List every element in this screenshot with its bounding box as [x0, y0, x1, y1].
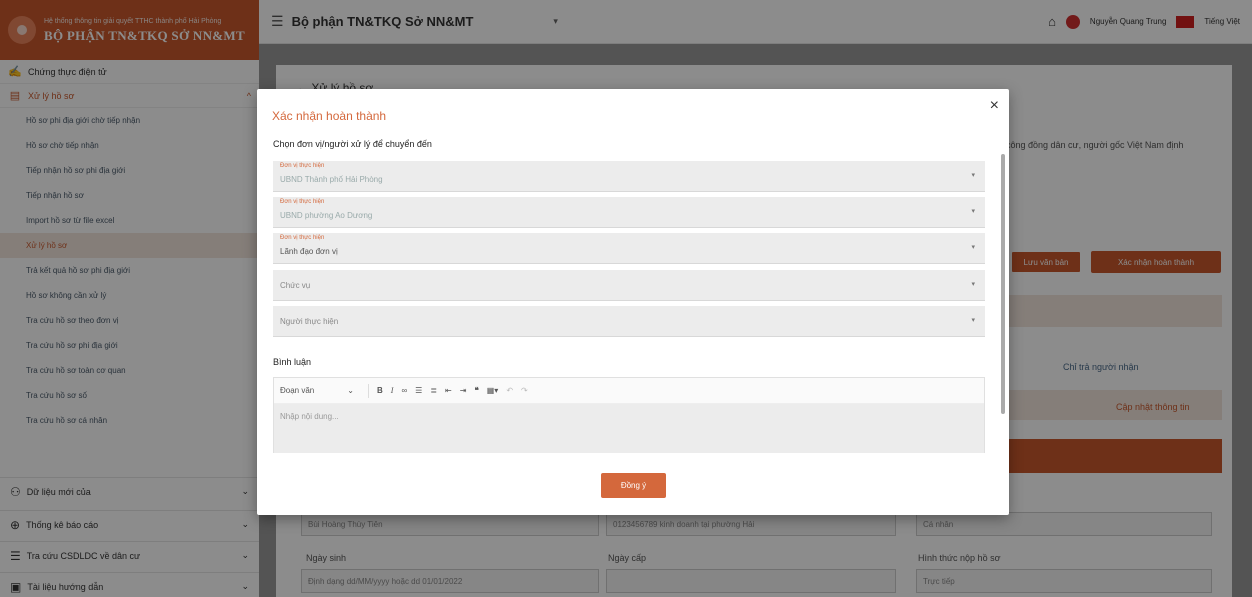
select-label: Đơn vị thực hiện: [280, 235, 325, 241]
select-value: Lãnh đạo đơn vị: [280, 247, 338, 256]
chevron-down-icon: ⌄: [347, 386, 354, 395]
section-label: Chọn đơn vị/người xử lý để chuyển đến: [273, 139, 432, 149]
quote-icon[interactable]: ❝: [474, 386, 478, 395]
caret-down-icon: ▾: [971, 317, 975, 324]
outdent-icon[interactable]: ⇤: [445, 386, 452, 395]
confirm-complete-dialog: Xác nhận hoàn thành × Chọn đơn vị/người …: [257, 89, 1009, 515]
select-field[interactable]: Người thực hiện ▾: [273, 306, 985, 337]
editor-toolbar: Đoạn văn ⌄ B I ∞ ☰ ≣ ⇤ ⇥ ❝ ▦▾ ↶ ↷: [274, 378, 984, 404]
select-field[interactable]: Chức vụ ▾: [273, 270, 985, 301]
select-label: Đơn vị thực hiện: [280, 199, 325, 205]
bold-icon[interactable]: B: [377, 386, 383, 395]
table-icon[interactable]: ▦▾: [487, 386, 499, 395]
indent-icon[interactable]: ⇥: [460, 386, 467, 395]
caret-down-icon: ▾: [971, 208, 975, 215]
modal-title: Xác nhận hoàn thành: [272, 109, 387, 123]
select-value: UBND Thành phố Hải Phòng: [280, 175, 383, 184]
select-label: Đơn vị thực hiện: [280, 163, 325, 169]
numbered-list-icon[interactable]: ≣: [430, 386, 437, 395]
close-icon[interactable]: ×: [990, 97, 999, 115]
select-field[interactable]: Đơn vị thực hiện UBND phường Ao Dương ▾: [273, 197, 985, 228]
scroll-thumb[interactable]: [1001, 154, 1005, 414]
undo-icon[interactable]: ↶: [506, 386, 513, 395]
select-field[interactable]: Đơn vị thực hiện Lãnh đạo đơn vị ▾: [273, 233, 985, 264]
select-field[interactable]: Đơn vị thực hiện UBND Thành phố Hải Phòng…: [273, 161, 985, 192]
toolbar-divider: [368, 383, 369, 398]
caret-down-icon: ▾: [971, 281, 975, 288]
caret-down-icon: ▾: [971, 244, 975, 251]
link-icon[interactable]: ∞: [401, 386, 407, 395]
bullet-list-icon[interactable]: ☰: [415, 386, 422, 395]
redo-icon[interactable]: ↷: [521, 386, 528, 395]
comment-label: Bình luận: [273, 357, 312, 367]
italic-icon[interactable]: I: [391, 386, 394, 395]
caret-down-icon: ▾: [971, 172, 975, 179]
heading-dropdown[interactable]: Đoạn văn ⌄: [280, 386, 360, 395]
select-placeholder: Người thực hiện: [280, 317, 339, 326]
select-placeholder: Chức vụ: [280, 281, 311, 290]
comment-input[interactable]: Nhập nội dung...: [274, 404, 984, 453]
scrollbar[interactable]: [1001, 139, 1005, 459]
select-value: UBND phường Ao Dương: [280, 211, 373, 220]
comment-editor: Đoạn văn ⌄ B I ∞ ☰ ≣ ⇤ ⇥ ❝ ▦▾ ↶ ↷ Nhập nộ…: [273, 377, 985, 453]
submit-button[interactable]: Đồng ý: [601, 473, 666, 498]
